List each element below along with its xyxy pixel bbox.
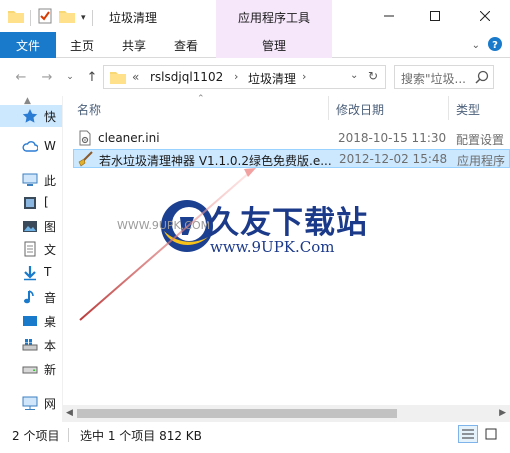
- scroll-right-icon[interactable]: ▶: [499, 408, 506, 418]
- large-icons-view-icon: [485, 428, 497, 440]
- scroll-left-icon[interactable]: ◀: [66, 408, 73, 418]
- item-count: 2 个项目: [12, 429, 60, 443]
- details-view-button[interactable]: [458, 425, 478, 443]
- selection-info: 选中 1 个项目 812 KB: [80, 429, 202, 443]
- details-view-icon: [462, 429, 474, 439]
- status-bar: 2 个项目 选中 1 个项目 812 KB: [0, 422, 510, 453]
- scrollbar-thumb[interactable]: [77, 409, 397, 418]
- large-icons-view-button[interactable]: [481, 425, 501, 443]
- annotation-arrow: [79, 171, 251, 321]
- status-divider: [68, 428, 69, 442]
- horizontal-scrollbar[interactable]: ◀ ▶: [63, 405, 510, 422]
- annotation-arrows: [79, 168, 256, 321]
